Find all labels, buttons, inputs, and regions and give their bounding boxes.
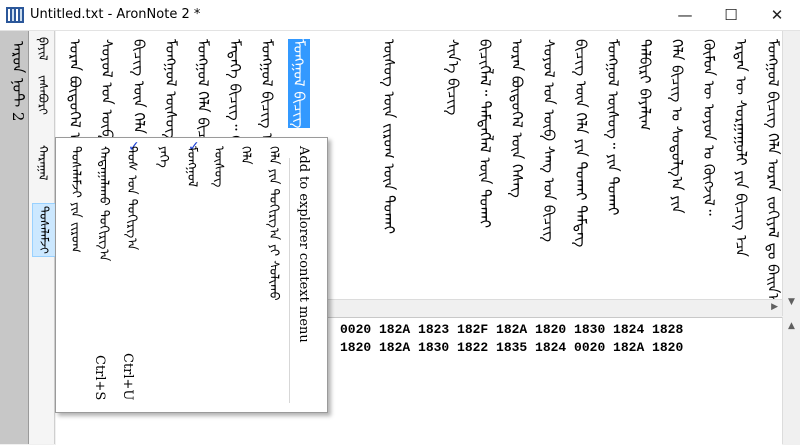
menu-bar: ᠹᠠᠶᠢᠯ ᠵᠠᠰᠠᠪᠤᠷᠢ ᠬᠠᠷᠠᠭᠠᠯ ᠲᠤᠰᠠᠯᠠᠮᠵᠢ [29, 31, 57, 444]
text-line: ᠲᠠᠯᠪᠢᠷᠢ ᠪᠠᠶᠠᠯᠢᠭ [636, 39, 654, 131]
text-line: ᠪᠢᠴᠢᠭ ᠦᠨ ᠬᠡᠯᠡ ᠶᠢᠨ ᠲᠤᠬᠠᠢ ᠲᠡᠮᠳᠡᠭ [572, 39, 590, 248]
app-name: ᠠᠷᠤᠨ ᠨᠣᠲ 2 [9, 41, 27, 122]
shortcut-ctrl-u: Ctrl+U [120, 352, 135, 400]
menu-item-font[interactable]: ᠶᠡᠬᠡ [152, 146, 175, 168]
close-button[interactable]: ✕ [754, 0, 800, 30]
scroll-down-icon[interactable]: ▼ [788, 297, 795, 307]
menu-settings[interactable]: ᠲᠤᠰᠠᠯᠠᠮᠵᠢ [32, 203, 57, 257]
menu-item-explorer-context[interactable]: Add to explorer context menu [296, 146, 311, 343]
hex-line: 1820 182A 1830 1822 1835 1824 0020 182A … [340, 340, 684, 355]
menu-item-language[interactable]: ᠬᠡᠯᠡ ᠶᠢᠨ ᠲᠣᠬᠢᠷᠭ᠎ᠠ ᠶᠢ ᠰᠣᠯᠢᠬᠤ [262, 146, 285, 301]
app-title-strip: ᠠᠷᠤᠨ ᠨᠣᠲ 2 [0, 31, 29, 444]
scroll-right-icon[interactable]: ▶ [771, 302, 778, 312]
maximize-button[interactable]: ☐ [708, 0, 754, 30]
minimize-button[interactable]: — [662, 0, 708, 30]
menu-item-save-settings[interactable]: ᠬᠠᠳᠠᠭᠠᠯᠠᠬᠤ ᠲᠣᠬᠢᠷᠭ᠎ᠠ [92, 146, 115, 261]
menu-separator [289, 158, 290, 403]
text-line: ᠡᠷᠲᠡᠨ ᠦ ᠰᠤᠷᠭᠠᠭᠤᠯᠢ ᠶᠢᠨ ᠪᠢᠴᠢᠭ᠌ ᠡᠴᠡ [732, 39, 750, 257]
menu-item-lang-2[interactable]: ᠦᠰᠦᠭ [207, 146, 230, 187]
app-icon[interactable] [6, 7, 24, 23]
hex-vertical-scrollbar[interactable]: ▲ [782, 317, 800, 444]
menu-item-lang-1[interactable]: ᠬᠡᠯᠡ [234, 146, 257, 165]
menu-file[interactable]: ᠹᠠᠶᠢᠯ [32, 35, 55, 63]
menu-item-mongolian[interactable]: ᠮᠣᠩᠭᠣᠯ [180, 146, 203, 187]
window-title: Untitled.txt - AronNote 2 * [30, 7, 201, 22]
shortcut-ctrl-s: Ctrl+S [92, 354, 107, 400]
text-line: ᠰᠢᠨ᠎ᠡ ᠪᠢᠴᠢᠭ [444, 39, 462, 116]
hex-line: 0020 182A 1823 182F 182A 1820 1830 1824 … [340, 322, 684, 337]
text-line: ᠤᠷᠠᠨ ᠪᠦᠲᠦᠭᠡᠯ ᠦᠨ ᠬᠡᠰᠡᠭ [508, 39, 526, 198]
text-line: ᠬᠦᠮᠦᠨ ᠦ ᠣᠶᠤᠨ ᠤ ᠬᠥᠭᠵᠢᠯ᠃ [700, 39, 718, 216]
text-line: ᠪᠢᠴᠢᠭᠯᠡᠯ᠃ ᠲᠡᠮᠳᠡᠭᠯᠡᠯ ᠦᠨ ᠲᠤᠬᠠᠢ [476, 39, 494, 229]
title-bar: Untitled.txt - AronNote 2 * — ☐ ✕ [0, 0, 800, 31]
menu-item-settings-image[interactable]: ᠲᠤᠰᠠᠯᠠᠮᠵᠢ ᠶᠢᠨ ᠵᠢᠷᠤᠭ [64, 146, 87, 253]
text-line: ᠦᠰᠦᠭ ᠦᠨ ᠵᠢᠷᠤᠭ ᠦᠨ ᠲᠤᠬᠠᠢ [380, 39, 398, 235]
vertical-scrollbar[interactable]: ▼ [782, 31, 800, 316]
scroll-up-icon[interactable]: ▲ [788, 321, 795, 331]
menu-item-unicode[interactable]: ᠳᠤᠰ ᠤᠨ ᠲᠣᠬᠢᠷᠭ᠎ᠠ [120, 146, 143, 250]
text-line: ᠬᠡᠯᠡ ᠪᠢᠴᠢᠭ ᠤ ᠰᠤᠳᠤᠯᠭ᠎ᠠ ᠶᠢᠨ [668, 39, 686, 214]
selected-text: ᠮᠣᠩᠭᠣᠯ ᠪᠢᠴᠢᠭ [288, 39, 310, 129]
menu-edit[interactable]: ᠵᠠᠰᠠᠪᠤᠷᠢ [32, 73, 55, 117]
menu-view[interactable]: ᠬᠠᠷᠠᠭᠠᠯ [32, 143, 55, 182]
text-line: ᠮᠣᠩᠭᠣᠯ ᠪᠢᠴᠢᠭ᠌ ᠬᠡᠯᠡ ᠤᠷᠠᠨ ᠵᠣᠬᠢᠶᠠᠯ ᠳᠤ ᠪᠠᠢᠨ᠎… [764, 39, 782, 299]
text-line: ᠰᠣᠶᠣᠯ ᠤᠨ ᠥᠪ ᠰᠠᠩ ᠤᠨ ᠪᠢᠴᠢᠭ [540, 39, 558, 243]
text-line: ᠮᠣᠩᠭᠣᠯ ᠦᠰᠦᠭ᠃ ᠶᠢᠨ ᠲᠤᠬᠠᠢ [604, 39, 622, 216]
context-menu: Add to explorer context menu ᠬᠡᠯᠡ ᠶᠢᠨ ᠲᠣ… [55, 137, 328, 413]
